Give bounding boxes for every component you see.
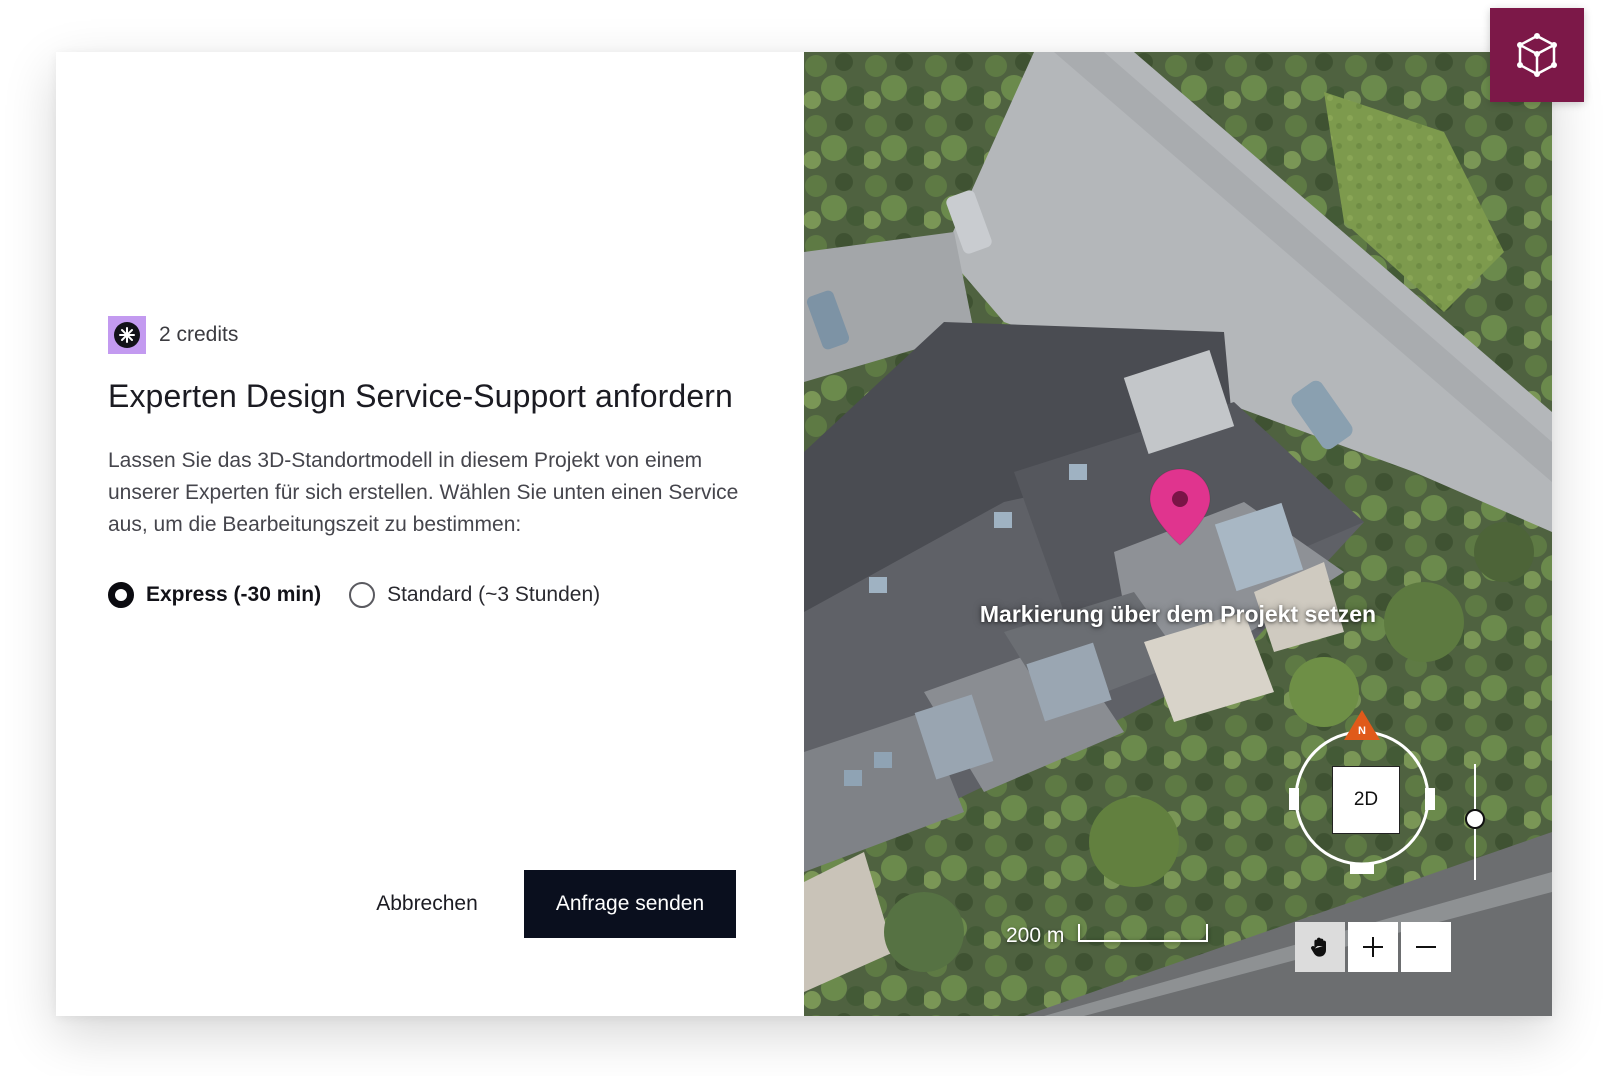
compass-north-label: N <box>1358 725 1366 737</box>
3d-cube-button[interactable] <box>1490 8 1584 102</box>
zoom-slider-handle <box>1465 809 1485 829</box>
zoom-in-icon <box>1363 937 1383 957</box>
cube-icon <box>1517 33 1557 77</box>
scale-label: 200 m <box>1006 924 1065 947</box>
expert-service-dialog: 2 credits Experten Design Service-Suppor… <box>56 52 1552 1016</box>
zoom-out-button[interactable] <box>1401 922 1451 972</box>
pan-tool-button[interactable] <box>1295 922 1345 972</box>
dialog-title: Experten Design Service-Support anforder… <box>108 378 733 414</box>
option-express[interactable]: Express (-30 min) <box>108 582 321 608</box>
radio-standard[interactable] <box>349 582 376 608</box>
location-pin-icon[interactable] <box>1148 467 1212 549</box>
zoom-slider[interactable] <box>1460 764 1490 880</box>
credits-label: 2 credits <box>159 323 239 346</box>
option-express-label: Express (-30 min) <box>146 583 322 606</box>
view-mode-2d-button[interactable]: 2D <box>1332 766 1400 834</box>
credits-info: 2 credits <box>108 316 238 354</box>
zoom-in-button[interactable] <box>1348 922 1398 972</box>
option-standard[interactable]: Standard (~3 Stunden) <box>349 582 600 608</box>
cancel-button[interactable]: Abbrechen <box>352 870 502 938</box>
hand-icon <box>1311 937 1326 957</box>
send-request-button[interactable]: Anfrage senden <box>524 870 736 938</box>
service-options: Express (-30 min) Standard (~3 Stunden) <box>108 582 600 608</box>
map-scale: 200 m <box>1006 924 1209 948</box>
dialog-description: Lassen Sie das 3D-Standortmodell in dies… <box>108 449 739 536</box>
map-view[interactable]: Markierung über dem Projekt setzen N 2D … <box>804 52 1552 1016</box>
credit-asterisk-icon <box>108 316 146 354</box>
radio-express[interactable] <box>108 582 134 608</box>
dialog-content: 2 credits Experten Design Service-Suppor… <box>56 52 804 1016</box>
scale-bar <box>1078 924 1209 942</box>
option-standard-label: Standard (~3 Stunden) <box>387 583 601 606</box>
zoom-out-icon <box>1416 946 1436 948</box>
map-toolbar <box>1295 922 1454 972</box>
map-hint: Markierung über dem Projekt setzen <box>979 601 1377 627</box>
page: 2 credits Experten Design Service-Suppor… <box>0 0 1608 1076</box>
